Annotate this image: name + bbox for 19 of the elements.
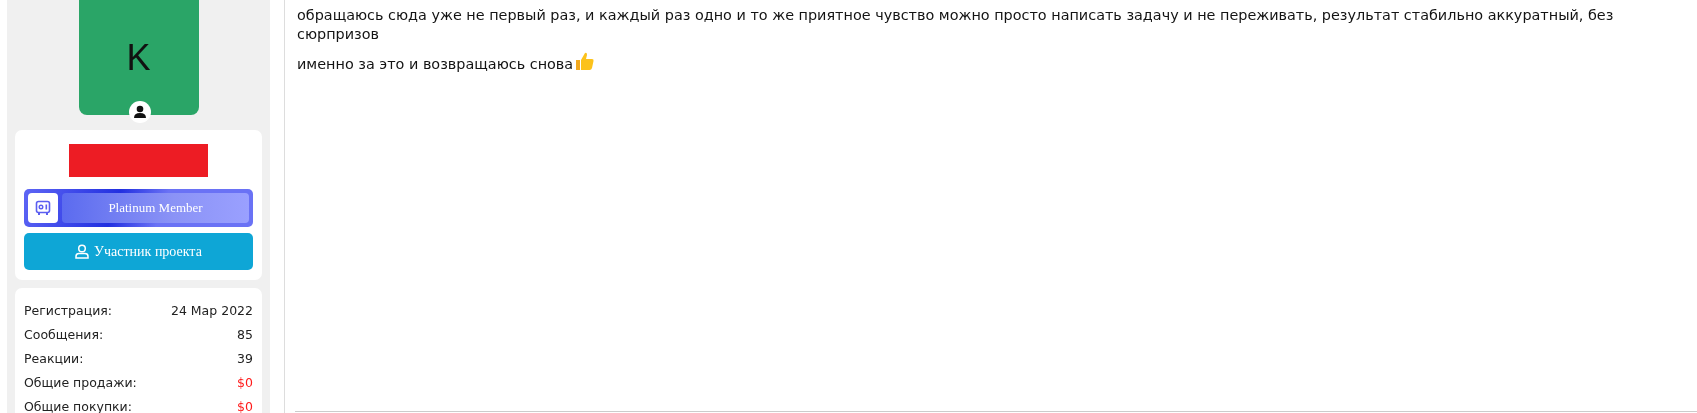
stat-value: 39 bbox=[237, 350, 253, 366]
user-icon bbox=[128, 101, 151, 123]
stat-label: Регистрация: bbox=[24, 302, 113, 318]
stat-label: Сообщения: bbox=[24, 326, 104, 342]
stat-value: $0 bbox=[237, 374, 253, 390]
badge-label: Platinum Member bbox=[62, 193, 249, 223]
stat-label: Общие продажи: bbox=[24, 374, 137, 390]
message-text: обращаюсь сюда уже не первый раз, и каждый раз одно и то же приятное чувство можно просто написать задачу и не переживать, результат стабильно аккуратный, без сюрпризов bbox=[297, 6, 1615, 44]
member-button[interactable]: Участник проекта bbox=[24, 233, 253, 270]
avatar: K bbox=[78, 0, 199, 115]
stat-value: 85 bbox=[237, 326, 253, 342]
message-text: именно за это и возвращаюсь снова bbox=[297, 50, 1667, 74]
safe-icon bbox=[35, 200, 51, 216]
user-icon bbox=[75, 244, 90, 259]
stat-value: $0 bbox=[237, 398, 253, 413]
stat-label: Реакции: bbox=[24, 350, 84, 366]
stat-value: 24 Мар 2022 bbox=[170, 302, 253, 318]
thumbs-up-icon bbox=[573, 50, 596, 72]
stat-label: Общие покупки: bbox=[24, 398, 132, 413]
